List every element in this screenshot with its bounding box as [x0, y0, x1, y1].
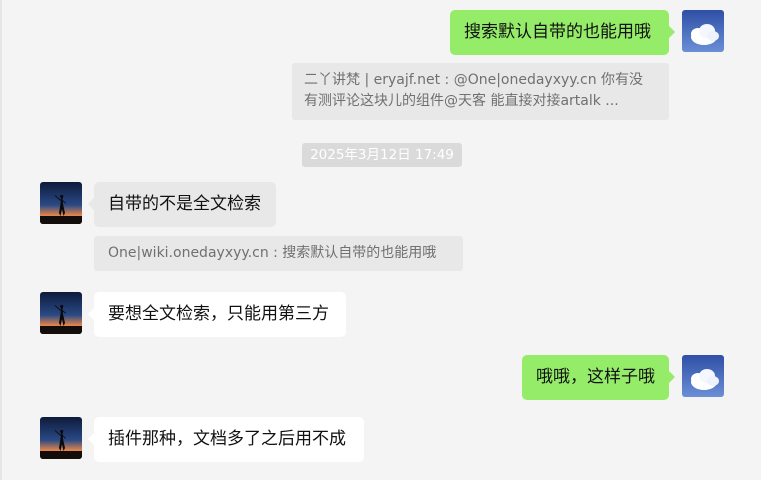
quoted-message[interactable]: One|wiki.onedayxyy.cn : 搜索默认自带的也能用哦	[94, 236, 463, 271]
quote-line-2: 有测评论这块儿的组件@天客 能直接对接artalk ...	[304, 93, 619, 109]
message-bubble-sent[interactable]: 哦哦，这样子哦	[522, 355, 675, 400]
message-text: 哦哦，这样子哦	[536, 367, 655, 387]
message-text: 搜索默认自带的也能用哦	[464, 22, 651, 42]
message-text: 插件那种，文档多了之后用不成	[108, 429, 346, 449]
message-bubble-received[interactable]: 插件那种，文档多了之后用不成	[88, 417, 364, 462]
message-text: 要想全文检索，只能用第三方	[108, 304, 329, 324]
self-avatar-icon[interactable]	[682, 10, 724, 52]
other-avatar-icon[interactable]	[40, 292, 82, 334]
other-avatar-icon[interactable]	[40, 182, 82, 224]
other-avatar-icon[interactable]	[40, 417, 82, 459]
message-bubble-received[interactable]: 自带的不是全文检索	[88, 182, 276, 227]
timestamp: 2025年3月12日 17:49	[302, 143, 462, 167]
quoted-message[interactable]: 二丫讲梵 | eryajf.net : @One|onedayxyy.cn 你有…	[292, 63, 669, 120]
message-bubble-sent[interactable]: 搜索默认自带的也能用哦	[450, 10, 675, 55]
message-text: 自带的不是全文检索	[108, 194, 261, 214]
self-avatar-icon[interactable]	[682, 355, 724, 397]
quote-line-1: 二丫讲梵 | eryajf.net : @One|onedayxyy.cn 你有…	[304, 72, 644, 88]
message-bubble-received[interactable]: 要想全文检索，只能用第三方	[88, 292, 346, 337]
chat-left-edge	[0, 0, 2, 480]
